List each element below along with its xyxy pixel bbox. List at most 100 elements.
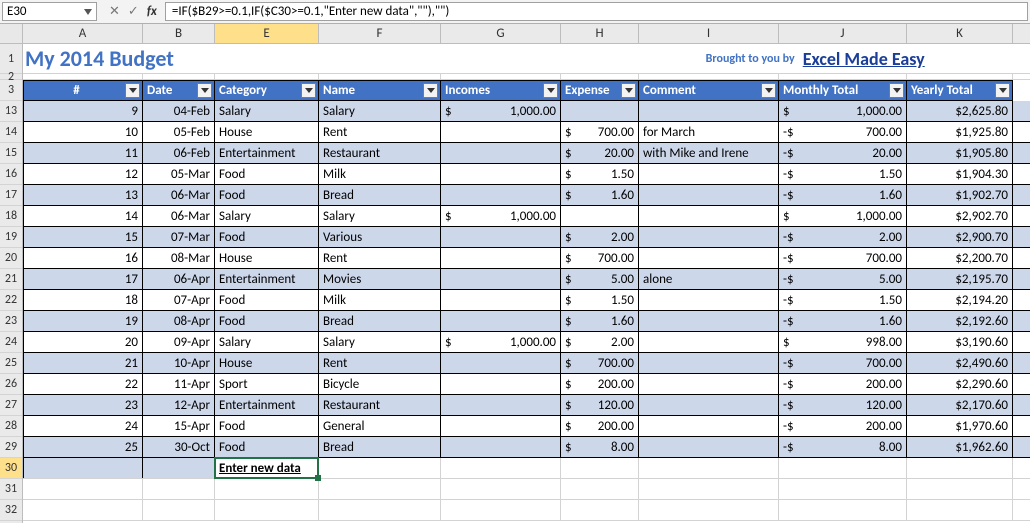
cell-monthly[interactable]: -$1.60 [779, 185, 907, 205]
table-row[interactable]: 904-FebSalarySalary$1,000.00$1,000.00$2,… [23, 101, 1030, 122]
cell-date[interactable]: 08-Apr [143, 311, 215, 331]
cell-date[interactable]: 06-Feb [143, 143, 215, 163]
cell-comment[interactable] [639, 206, 779, 226]
cell-expense[interactable]: $1.60 [561, 311, 639, 331]
th-comment[interactable]: Comment [639, 80, 779, 101]
table-row[interactable]: 1306-MarFoodBread$1.60-$1.60$1,902.70 [23, 185, 1030, 206]
cell-date[interactable]: 10-Apr [143, 353, 215, 373]
cell-name[interactable]: Restaurant [319, 395, 441, 415]
cell-yearly[interactable]: $2,900.70 [907, 227, 1013, 247]
cell-category[interactable]: Salary [215, 101, 319, 121]
filter-icon[interactable] [543, 83, 558, 98]
cell-incomes[interactable] [441, 395, 561, 415]
cell-incomes[interactable] [441, 416, 561, 436]
row-header-14[interactable]: 14 [0, 122, 22, 143]
row-header-16[interactable]: 16 [0, 164, 22, 185]
cell-category[interactable]: House [215, 248, 319, 268]
cell-number[interactable]: 22 [23, 374, 143, 394]
cell-name[interactable]: General [319, 416, 441, 436]
row-header-23[interactable]: 23 [0, 311, 22, 332]
cell-A30[interactable] [23, 458, 143, 478]
cell-monthly[interactable]: $998.00 [779, 332, 907, 352]
cell-date[interactable]: 12-Apr [143, 395, 215, 415]
cell-category[interactable]: House [215, 353, 319, 373]
cell-incomes[interactable] [441, 269, 561, 289]
cell-number[interactable]: 21 [23, 353, 143, 373]
cell-comment[interactable] [639, 101, 779, 121]
cell-expense[interactable]: $700.00 [561, 122, 639, 142]
cell-date[interactable]: 06-Mar [143, 185, 215, 205]
cell-category[interactable]: Entertainment [215, 395, 319, 415]
col-header-F[interactable]: F [319, 24, 441, 43]
cell-yearly[interactable]: $2,200.70 [907, 248, 1013, 268]
cell-yearly[interactable]: $2,170.60 [907, 395, 1013, 415]
cell-category[interactable]: Entertainment [215, 269, 319, 289]
table-row[interactable]: 1507-MarFoodVarious$2.00-$2.00$2,900.70 [23, 227, 1030, 248]
cell-monthly[interactable]: -$700.00 [779, 122, 907, 142]
cell-incomes[interactable] [441, 122, 561, 142]
cell-name[interactable]: Rent [319, 122, 441, 142]
row-header-28[interactable]: 28 [0, 416, 22, 437]
cell-number[interactable]: 17 [23, 269, 143, 289]
row-header-25[interactable]: 25 [0, 353, 22, 374]
cell-name[interactable]: Milk [319, 164, 441, 184]
cell-yearly[interactable]: $2,625.80 [907, 101, 1013, 121]
cell-category[interactable]: Food [215, 164, 319, 184]
row-header-22[interactable]: 22 [0, 290, 22, 311]
cell-comment[interactable] [639, 227, 779, 247]
table-row[interactable]: 2415-AprFoodGeneral$200.00-$200.00$1,970… [23, 416, 1030, 437]
cell-date[interactable]: 15-Apr [143, 416, 215, 436]
cell-name[interactable]: Rent [319, 353, 441, 373]
cell-monthly[interactable]: $1,000.00 [779, 206, 907, 226]
row-header-27[interactable]: 27 [0, 395, 22, 416]
filter-icon[interactable] [423, 83, 438, 98]
cell-number[interactable]: 24 [23, 416, 143, 436]
cell-monthly[interactable]: -$200.00 [779, 416, 907, 436]
cell-expense[interactable] [561, 101, 639, 121]
cell-comment[interactable] [639, 290, 779, 310]
cell-yearly[interactable]: $1,962.60 [907, 437, 1013, 457]
cell-incomes[interactable] [441, 248, 561, 268]
filter-icon[interactable] [761, 83, 776, 98]
cell-number[interactable]: 23 [23, 395, 143, 415]
cell-category[interactable]: Entertainment [215, 143, 319, 163]
cell-incomes[interactable] [441, 227, 561, 247]
cell-name[interactable]: Restaurant [319, 143, 441, 163]
chevron-down-icon[interactable] [84, 9, 92, 15]
cell-date[interactable]: 04-Feb [143, 101, 215, 121]
cell-name[interactable]: Salary [319, 206, 441, 226]
table-row[interactable]: 1807-AprFoodMilk$1.50-$1.50$2,194.20 [23, 290, 1030, 311]
cell-monthly[interactable]: -$700.00 [779, 353, 907, 373]
table-row[interactable]: 2312-AprEntertainmentRestaurant$120.00-$… [23, 395, 1030, 416]
cell-date[interactable]: 05-Mar [143, 164, 215, 184]
row-header-29[interactable]: 29 [0, 437, 22, 458]
cell-monthly[interactable]: -$120.00 [779, 395, 907, 415]
filter-icon[interactable] [889, 83, 904, 98]
cell-incomes[interactable] [441, 164, 561, 184]
cell-name[interactable]: Movies [319, 269, 441, 289]
cell-date[interactable]: 05-Feb [143, 122, 215, 142]
cell-monthly[interactable]: $1,000.00 [779, 101, 907, 121]
brand-link[interactable]: Excel Made Easy [797, 44, 1030, 73]
cell-name[interactable]: Bread [319, 437, 441, 457]
cell-monthly[interactable]: -$20.00 [779, 143, 907, 163]
col-header-H[interactable]: H [561, 24, 639, 43]
cell-category[interactable]: Food [215, 437, 319, 457]
cell-number[interactable]: 10 [23, 122, 143, 142]
cell-comment[interactable] [639, 416, 779, 436]
th-incomes[interactable]: Incomes [441, 80, 561, 101]
cell-name[interactable]: Salary [319, 332, 441, 352]
cell-monthly[interactable]: -$200.00 [779, 374, 907, 394]
table-row[interactable]: 1706-AprEntertainmentMovies$5.00alone-$5… [23, 269, 1030, 290]
cell-number[interactable]: 13 [23, 185, 143, 205]
cell-expense[interactable]: $700.00 [561, 353, 639, 373]
cell-incomes[interactable] [441, 185, 561, 205]
th-yearly[interactable]: Yearly Total [907, 80, 1013, 101]
cell-date[interactable]: 06-Mar [143, 206, 215, 226]
cell-expense[interactable]: $700.00 [561, 248, 639, 268]
select-all-corner[interactable] [0, 24, 23, 44]
cell-category[interactable]: Food [215, 290, 319, 310]
cell-number[interactable]: 16 [23, 248, 143, 268]
cell-date[interactable]: 07-Apr [143, 290, 215, 310]
col-header-B[interactable]: B [143, 24, 215, 43]
